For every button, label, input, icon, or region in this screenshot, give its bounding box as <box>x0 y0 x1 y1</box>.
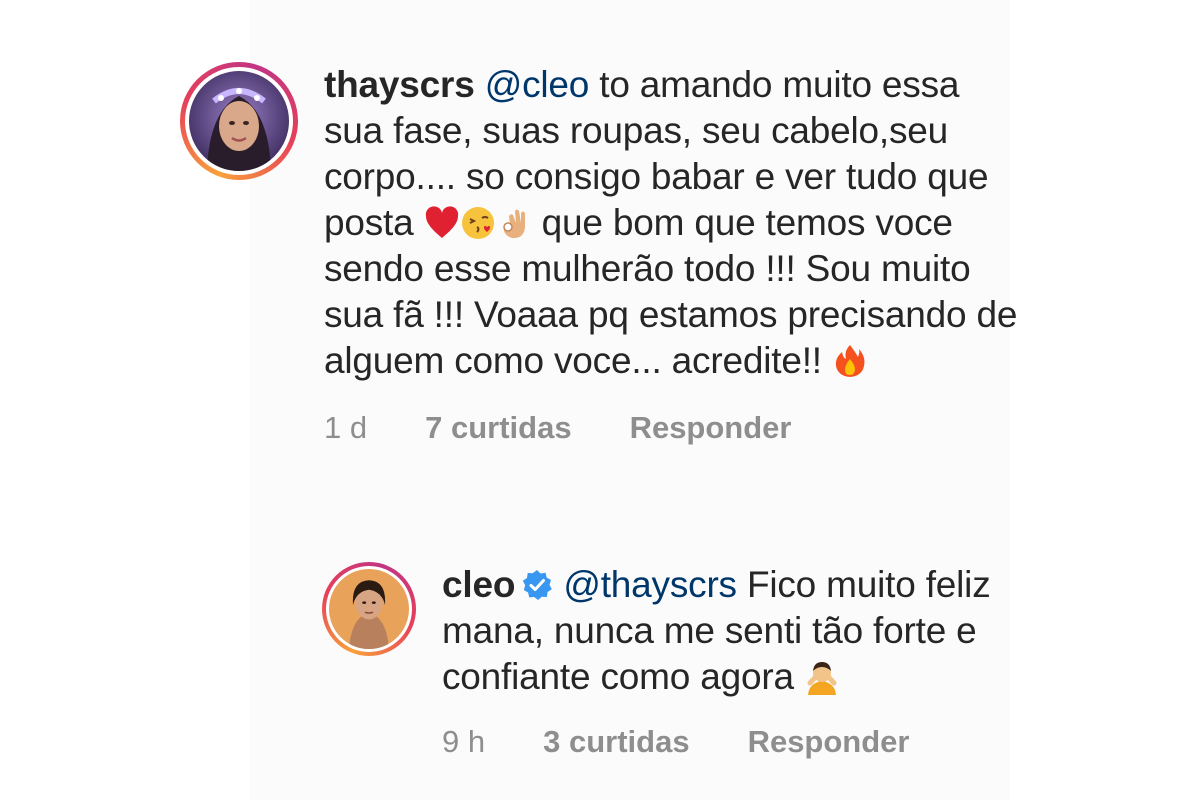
comment: thayscrs @cleo to amando muito essa sua … <box>180 62 1024 446</box>
avatar-frame <box>326 566 412 652</box>
person-gesturing-emoji <box>804 659 840 695</box>
mention-link[interactable]: @cleo <box>485 64 590 105</box>
kissing-face-emoji <box>460 205 496 241</box>
comment-meta: 9 h 3 curtidas Responder <box>442 724 1022 760</box>
avatar-photo <box>329 569 409 649</box>
fire-emoji <box>832 343 868 379</box>
reply-button[interactable]: Responder <box>630 410 792 446</box>
story-ring[interactable] <box>180 62 298 180</box>
reply-button[interactable]: Responder <box>748 724 910 760</box>
avatar[interactable] <box>329 569 409 649</box>
comment-username[interactable]: cleo <box>442 564 515 605</box>
comment-text: cleo @thayscrs Fico muito feliz mana, nu… <box>442 562 1022 700</box>
mention-link[interactable]: @thayscrs <box>563 564 737 605</box>
comment-reply: cleo @thayscrs Fico muito feliz mana, nu… <box>322 562 1022 760</box>
avatar-frame <box>185 67 293 175</box>
ok-hand-emoji <box>496 205 532 241</box>
avatar[interactable] <box>189 71 289 171</box>
comment-text: thayscrs @cleo to amando muito essa sua … <box>324 62 1024 384</box>
comment-time: 9 h <box>442 724 486 759</box>
avatar-photo <box>189 71 289 171</box>
comment-username[interactable]: thayscrs <box>324 64 475 105</box>
comment-meta: 1 d 7 curtidas Responder <box>324 410 1024 446</box>
heart-emoji <box>424 205 460 241</box>
likes-count[interactable]: 3 curtidas <box>543 724 689 760</box>
likes-count[interactable]: 7 curtidas <box>425 410 571 446</box>
verified-badge-icon <box>521 569 553 601</box>
story-ring[interactable] <box>322 562 416 656</box>
comment-time: 1 d <box>324 410 368 445</box>
